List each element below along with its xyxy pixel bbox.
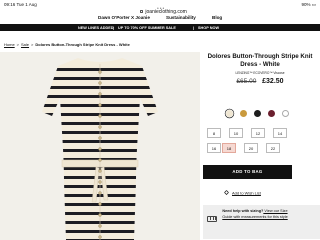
- size-help-title: Need help with sizing?: [222, 209, 264, 213]
- size-option[interactable]: 8: [207, 128, 221, 138]
- promo-banner[interactable]: NEW LINES ADDED | UP TO 70% OFF SUMMER S…: [0, 24, 320, 31]
- product-image[interactable]: [0, 52, 200, 240]
- size-option[interactable]: 12: [251, 128, 265, 138]
- dress-illustration: [42, 58, 158, 240]
- size-option[interactable]: 14: [273, 128, 287, 138]
- size-option[interactable]: 22: [266, 143, 280, 153]
- swatch-burgundy[interactable]: [268, 110, 275, 117]
- wishlist-link[interactable]: Add to Wish List: [224, 190, 261, 195]
- ruler-icon: [207, 216, 217, 222]
- fabric-note: LENZING™ ECOVERO™ Viscose: [235, 71, 285, 75]
- size-option[interactable]: 16: [207, 143, 221, 153]
- product-title: Dolores Button-Through Stripe Knit Dress…: [207, 53, 313, 68]
- swatch-white-stripe[interactable]: [282, 110, 289, 117]
- price-was: £65.00: [236, 78, 257, 85]
- price-now: £32.50: [262, 78, 284, 85]
- size-help-box: Need help with sizing? View our Size Gui…: [203, 205, 320, 239]
- breadcrumb: Home > Sale > Dolores Button-Through Stripe …: [4, 42, 130, 47]
- swatch-mustard[interactable]: [240, 110, 247, 117]
- nav-item-sustainability[interactable]: Sustainability: [166, 15, 196, 20]
- add-to-bag-button[interactable]: ADD TO BAG: [203, 165, 292, 179]
- promo-sale[interactable]: UP TO 70% OFF SUMMER SALE: [118, 26, 176, 30]
- color-swatches: [226, 110, 306, 118]
- promo-new-lines[interactable]: NEW LINES ADDED: [78, 26, 114, 30]
- lock-icon: [140, 10, 143, 14]
- swatch-cream-stripe[interactable]: [226, 110, 233, 117]
- size-option-selected[interactable]: 18: [222, 143, 236, 153]
- product-price: £65.00 £32.50: [200, 78, 320, 85]
- heart-icon: [224, 190, 229, 196]
- size-option[interactable]: 20: [244, 143, 258, 153]
- promo-shop-now[interactable]: SHOP NOW: [198, 26, 219, 30]
- wishlist-label[interactable]: Add to Wish List: [232, 190, 261, 195]
- nav-item-dawn-oporter[interactable]: Dawn O'Porter X Joanie: [98, 15, 150, 20]
- nav-item-blog[interactable]: Blog: [212, 15, 222, 20]
- breadcrumb-home[interactable]: Home: [4, 42, 15, 47]
- site-nav: Dawn O'Porter X Joanie Sustainability Bl…: [0, 14, 320, 23]
- swatch-black[interactable]: [254, 110, 261, 117]
- breadcrumb-current: Dolores Button-Through Stripe Knit Dress…: [35, 42, 130, 47]
- size-option[interactable]: 10: [229, 128, 243, 138]
- breadcrumb-sale[interactable]: Sale: [21, 42, 29, 47]
